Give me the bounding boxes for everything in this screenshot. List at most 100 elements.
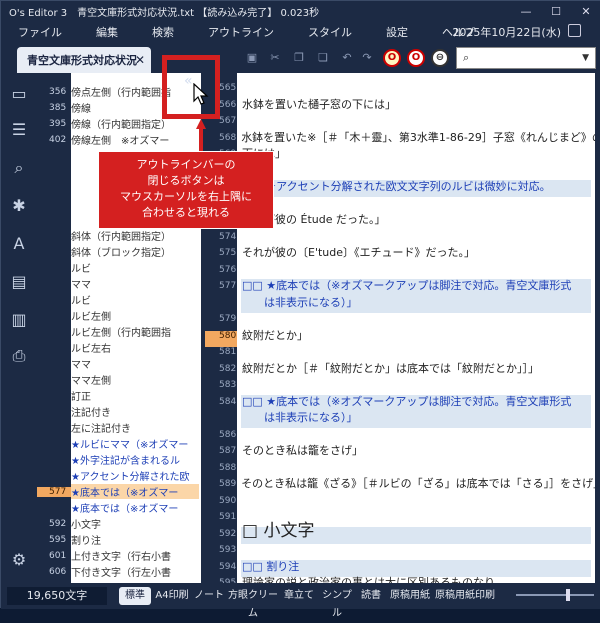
- outline-item-label: 斜体（行内範囲指定）: [71, 232, 171, 243]
- outline-item[interactable]: ママ: [37, 275, 201, 292]
- outline-item-label: 斜体（ブロック指定）: [71, 248, 171, 259]
- search-icon: ⌕: [463, 51, 470, 64]
- asterisk-icon[interactable]: ✱: [7, 195, 31, 217]
- redo-icon[interactable]: ↷: [360, 51, 374, 65]
- view-mode-tab[interactable]: 原稿用紙: [387, 587, 433, 605]
- menu-item[interactable]: 検索: [152, 24, 174, 40]
- editor-line[interactable]: 595 理論家の説と政治家の事とは大に区別あるものなり。: [205, 572, 595, 583]
- outline-item[interactable]: 595 割り注: [37, 531, 201, 548]
- view-mode-tab[interactable]: 章立て: [282, 587, 316, 605]
- outline-list-icon[interactable]: ☰: [7, 119, 31, 141]
- outline-line-number: 402: [49, 134, 67, 145]
- vertical-scrollbar[interactable]: [595, 73, 600, 583]
- minimize-icon[interactable]: —: [511, 1, 541, 21]
- editor-area[interactable]: 565 566 水鉢を置いた樋子窓の下には」 567 568 水鉢を置いた※［＃「木＋靈」…: [205, 73, 595, 583]
- view-mode-tab[interactable]: シンプル: [319, 587, 355, 619]
- outline-line-number: 606: [49, 566, 67, 577]
- outline-item-label: ★底本では（※オズマー: [71, 484, 199, 499]
- outline-item[interactable]: ルビ左側（行内範囲指: [37, 323, 201, 340]
- outline-item-label: ママ: [71, 360, 91, 371]
- callout-line: アウトラインバーの: [136, 158, 236, 171]
- maximize-icon[interactable]: ☐: [541, 1, 571, 21]
- outline-item[interactable]: ルビ: [37, 291, 201, 308]
- search-input[interactable]: ⌕ ▼: [456, 47, 596, 69]
- outline-item[interactable]: ルビ左側: [37, 307, 201, 324]
- menu-item[interactable]: アウトライン: [208, 24, 274, 40]
- outline-item-label: 割り注: [71, 536, 101, 547]
- outline-item-label: ママ: [71, 280, 91, 291]
- outline-item-label: ★アクセント分解された欧: [71, 472, 190, 483]
- side-icon-bar: ▭ ☰ ⌕ ✱ A ▤ ▥ ⎙ ⚙: [1, 73, 37, 583]
- clear-marker-icon[interactable]: ⊖: [431, 49, 449, 67]
- callout-line: 閉じるボタンは: [147, 174, 225, 187]
- outline-item[interactable]: ママ左側: [37, 371, 201, 388]
- outline-item-label: 注記付き: [71, 408, 111, 419]
- outline-item-label: 左に注記付き: [71, 424, 131, 435]
- outline-item[interactable]: ★外字注記が含まれるル: [37, 451, 201, 468]
- outline-item-label: ★外字注記が含まれるル: [71, 456, 180, 467]
- outline-item[interactable]: 606 下付き文字（行左小書: [37, 563, 201, 580]
- outline-item[interactable]: 斜体（ブロック指定）: [37, 243, 201, 260]
- outline-item-label: ルビ左右: [71, 344, 111, 355]
- outline-item[interactable]: 601 上付き文字（行右小書: [37, 547, 201, 564]
- view-mode-tab[interactable]: 読書: [358, 587, 384, 605]
- folder-icon[interactable]: ▭: [7, 83, 31, 105]
- yellow-marker-icon[interactable]: O: [383, 49, 401, 67]
- outline-item-label: ママ左側: [71, 376, 111, 387]
- save-icon[interactable]: ▣: [245, 51, 259, 65]
- gear-icon[interactable]: ⚙: [7, 549, 31, 571]
- status-bar: 19,650文字 標準 A4印刷 ノート 方眼クリーム 章立て シンプル 読書 原稿用紙 原稿用…: [1, 583, 600, 619]
- outline-item-label: 下付き文字（行左小書: [71, 568, 171, 579]
- zoom-knob[interactable]: [566, 589, 570, 601]
- outline-item[interactable]: 402 傍線左側 ※オズマー: [37, 131, 201, 148]
- menu-item[interactable]: 編集: [96, 24, 118, 40]
- view-mode-tab[interactable]: 標準: [119, 587, 151, 605]
- callout-annotation: アウトラインバーの 閉じるボタンは マウスカーソルを右上隅に 合わせると現れる: [98, 151, 274, 229]
- outline-item-label: ルビ: [71, 264, 91, 275]
- outline-item[interactable]: ★底本では（※オズマー: [37, 499, 201, 516]
- copy-icon[interactable]: ❐: [292, 51, 306, 65]
- highlight-box: [162, 55, 220, 119]
- outline-item-label: ★ルビにママ（※オズマー: [71, 440, 189, 451]
- tab-label: 青空文庫形式対応状況: [27, 54, 137, 67]
- outline-item[interactable]: 斜体（行内範囲指定）: [37, 227, 201, 244]
- tab-document[interactable]: 青空文庫形式対応状況 ✕: [17, 47, 151, 73]
- outline-line-number: 577: [37, 486, 71, 497]
- close-icon[interactable]: ✕: [571, 1, 600, 21]
- outline-item[interactable]: ルビ左右: [37, 339, 201, 356]
- view-mode-tab[interactable]: 方眼クリーム: [227, 587, 279, 619]
- print-icon[interactable]: ⎙: [7, 345, 31, 367]
- calendar-icon[interactable]: [568, 24, 581, 37]
- view-mode-tab[interactable]: 原稿用紙印刷: [435, 587, 495, 605]
- cut-icon[interactable]: ✂: [268, 51, 282, 65]
- outline-item[interactable]: ママ: [37, 355, 201, 372]
- app-window: O's Editor 3 青空文庫形式対応状況.txt 【読み込み完了】 0.0…: [0, 0, 600, 619]
- chevron-down-icon[interactable]: ▼: [582, 53, 589, 63]
- tab-close-icon[interactable]: ✕: [135, 53, 145, 67]
- view-mode-tab[interactable]: ノート: [194, 587, 224, 605]
- outline-line-number: 595: [49, 534, 67, 545]
- outline-item-label: 上付き文字（行右小書: [71, 552, 171, 563]
- ruby-icon[interactable]: A: [7, 233, 31, 255]
- callout-line: 合わせると現れる: [142, 206, 230, 219]
- view-mode-tab[interactable]: A4印刷: [153, 587, 191, 605]
- menu-item[interactable]: ファイル: [18, 24, 62, 40]
- outline-item[interactable]: 577 ★底本では（※オズマー: [37, 483, 201, 500]
- outline-item[interactable]: 訂正: [37, 387, 201, 404]
- menu-item[interactable]: 設定: [386, 24, 408, 40]
- outline-item[interactable]: 注記付き: [37, 403, 201, 420]
- outline-item[interactable]: 592 小文字: [37, 515, 201, 532]
- outline-item[interactable]: ★アクセント分解された欧: [37, 467, 201, 484]
- search-panel-icon[interactable]: ⌕: [7, 157, 31, 179]
- outline-item[interactable]: ルビ: [37, 259, 201, 276]
- menu-item[interactable]: スタイル: [308, 24, 352, 40]
- undo-icon[interactable]: ↶: [340, 51, 354, 65]
- red-marker-icon[interactable]: O: [407, 49, 425, 67]
- document-icon[interactable]: ▤: [7, 271, 31, 293]
- paste-icon[interactable]: ❏: [316, 51, 330, 65]
- zoom-slider[interactable]: [516, 589, 594, 601]
- outline-item[interactable]: ★ルビにママ（※オズマー: [37, 435, 201, 452]
- outline-item[interactable]: 左に注記付き: [37, 419, 201, 436]
- outline-item-label: ルビ左側（行内範囲指: [71, 328, 171, 339]
- pdf-icon[interactable]: ▥: [7, 309, 31, 331]
